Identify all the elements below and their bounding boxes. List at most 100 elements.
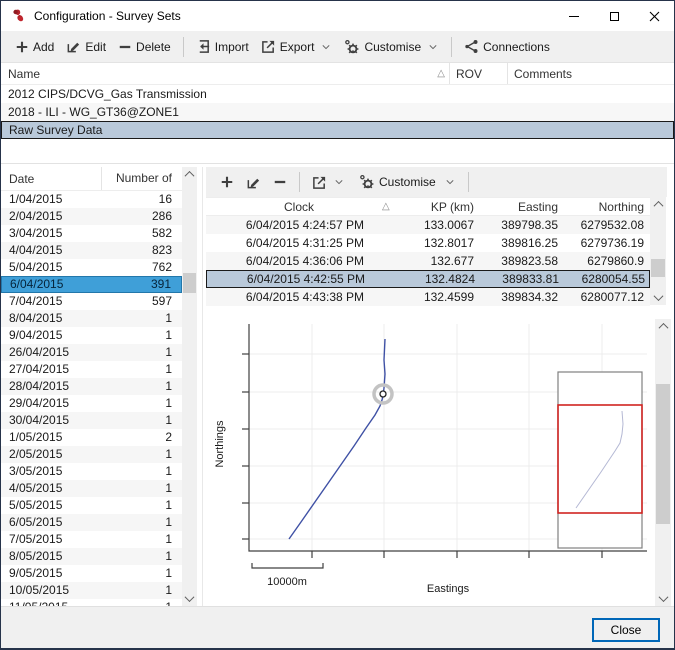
data-row[interactable]: 6/04/2015 4:36:06 PM132.677389823.586279… [206, 252, 650, 270]
plus-icon [15, 40, 29, 54]
chart-scrollbar[interactable] [655, 319, 671, 606]
survey-data-table: Clock △ KP (km) Easting Northing 6/04/20… [206, 197, 650, 306]
scroll-down-button[interactable] [655, 591, 671, 606]
date-row[interactable]: 27/04/20151 [1, 361, 182, 378]
edit-label: Edit [85, 40, 106, 54]
column-header-comments[interactable]: Comments [507, 63, 674, 84]
date-row[interactable]: 3/05/20151 [1, 463, 182, 480]
date-row[interactable]: 3/04/2015582 [1, 225, 182, 242]
close-window-button[interactable] [634, 1, 674, 31]
scrollbar-thumb[interactable] [656, 384, 670, 524]
date-row[interactable]: 11/05/20151 [1, 599, 182, 606]
data-row-selected[interactable]: 6/04/2015 4:42:55 PM132.4824389833.81628… [206, 270, 650, 288]
minimize-icon [569, 16, 579, 17]
date-row[interactable]: 1/04/201516 [1, 191, 182, 208]
import-button[interactable]: Import [190, 35, 255, 58]
data-row[interactable]: 6/04/2015 4:24:57 PM133.0067389798.35627… [206, 216, 650, 234]
date-row[interactable]: 7/04/2015597 [1, 293, 182, 310]
sort-ascending-icon: △ [382, 201, 394, 212]
date-row[interactable]: 4/05/20151 [1, 480, 182, 497]
x-axis-label: Eastings [427, 583, 470, 595]
date-row[interactable]: 4/04/2015823 [1, 242, 182, 259]
date-row[interactable]: 8/05/20151 [1, 548, 182, 565]
date-row[interactable]: 5/05/20151 [1, 497, 182, 514]
data-customise-button[interactable]: Customise [353, 170, 442, 194]
export-button[interactable]: Export [255, 35, 321, 58]
date-row[interactable]: 1/05/20152 [1, 429, 182, 446]
date-row-selected[interactable]: 6/04/2015391 [1, 276, 182, 293]
vertical-splitter[interactable] [202, 167, 203, 606]
edit-button[interactable]: Edit [60, 35, 112, 58]
export-dropdown-chevron-icon[interactable] [322, 43, 330, 51]
data-toolbar: Customise [206, 167, 667, 197]
date-row[interactable]: 9/05/20151 [1, 565, 182, 582]
customise-button[interactable]: Customise [338, 35, 427, 59]
plus-icon [220, 175, 234, 189]
column-header-easting[interactable]: Easting [480, 200, 564, 214]
scroll-down-button[interactable] [650, 290, 666, 305]
connections-label: Connections [483, 40, 550, 54]
data-export-button[interactable] [306, 171, 333, 194]
scroll-up-button[interactable] [650, 197, 666, 212]
scrollbar-thumb[interactable] [183, 273, 196, 293]
date-row[interactable]: 6/05/20151 [1, 514, 182, 531]
date-row[interactable]: 5/04/2015762 [1, 259, 182, 276]
delete-button[interactable]: Delete [112, 36, 177, 58]
survey-row[interactable]: 2012 CIPS/DCVG_Gas Transmission [1, 85, 674, 103]
column-header-rov[interactable]: ROV [449, 63, 507, 84]
survey-name: 2012 CIPS/DCVG_Gas Transmission [8, 87, 207, 101]
date-row[interactable]: 29/04/20151 [1, 395, 182, 412]
connections-button[interactable]: Connections [458, 35, 556, 58]
date-row[interactable]: 8/04/20151 [1, 310, 182, 327]
date-row[interactable]: 2/04/2015286 [1, 208, 182, 225]
selected-point-marker[interactable] [374, 385, 392, 403]
data-table-header: Clock △ KP (km) Easting Northing [206, 197, 650, 216]
customise-dropdown-chevron-icon[interactable] [429, 43, 437, 51]
configuration-survey-sets-window: Configuration - Survey Sets Add Edit Del… [0, 0, 675, 650]
data-table-scrollbar[interactable] [650, 197, 666, 305]
scrollbar-thumb[interactable] [651, 259, 665, 277]
data-edit-button[interactable] [240, 171, 267, 194]
toolbar-separator [468, 172, 469, 192]
date-row[interactable]: 7/05/20151 [1, 531, 182, 548]
data-row[interactable]: 6/04/2015 4:43:38 PM132.4599389834.32628… [206, 288, 650, 306]
column-header-entries[interactable]: Number of Entries [101, 167, 182, 190]
column-header-northing[interactable]: Northing [564, 200, 650, 214]
survey-row-selected[interactable]: Raw Survey Data [1, 121, 674, 139]
data-delete-button[interactable] [267, 171, 293, 193]
date-row[interactable]: 2/05/20151 [1, 446, 182, 463]
date-row[interactable]: 10/05/20151 [1, 582, 182, 599]
dates-table-header: Date Number of Entries [1, 167, 182, 191]
date-row[interactable]: 28/04/20151 [1, 378, 182, 395]
data-add-button[interactable] [214, 171, 240, 193]
column-header-clock[interactable]: Clock [206, 200, 392, 214]
horizontal-splitter[interactable] [1, 163, 674, 164]
scroll-down-button[interactable] [182, 591, 197, 606]
scroll-up-button[interactable] [182, 167, 197, 182]
date-row[interactable]: 9/04/20151 [1, 327, 182, 344]
minimize-button[interactable] [554, 1, 594, 31]
data-row[interactable]: 6/04/2015 4:31:25 PM132.8017389816.25627… [206, 234, 650, 252]
export-label: Export [280, 40, 315, 54]
chevron-up-icon [653, 201, 663, 211]
maximize-button[interactable] [594, 1, 634, 31]
date-row[interactable]: 26/04/20151 [1, 344, 182, 361]
footer-bar: Close [1, 606, 674, 650]
toolbar-separator [299, 172, 300, 192]
survey-row[interactable]: 2018 - ILI - WG_GT36@ZONE1 [1, 103, 674, 121]
sort-ascending-icon: △ [437, 68, 449, 79]
add-button[interactable]: Add [9, 36, 60, 58]
scroll-up-button[interactable] [655, 319, 671, 334]
customise-dropdown-chevron-icon[interactable] [446, 178, 454, 186]
column-header-date[interactable]: Date [1, 172, 101, 186]
column-header-kp[interactable]: KP (km) [392, 200, 480, 214]
date-row[interactable]: 30/04/20151 [1, 412, 182, 429]
column-header-name[interactable]: Name [8, 67, 40, 81]
survey-track-chart[interactable]: 10000m Eastings Northings [206, 316, 656, 606]
dates-scrollbar[interactable] [182, 167, 197, 606]
dates-rows: 1/04/201516 2/04/2015286 3/04/2015582 4/… [1, 191, 182, 606]
survey-table-header: Name △ ROV Comments [1, 63, 674, 85]
export-dropdown-chevron-icon[interactable] [335, 178, 343, 186]
export-icon [261, 39, 276, 54]
close-button[interactable]: Close [592, 618, 660, 642]
